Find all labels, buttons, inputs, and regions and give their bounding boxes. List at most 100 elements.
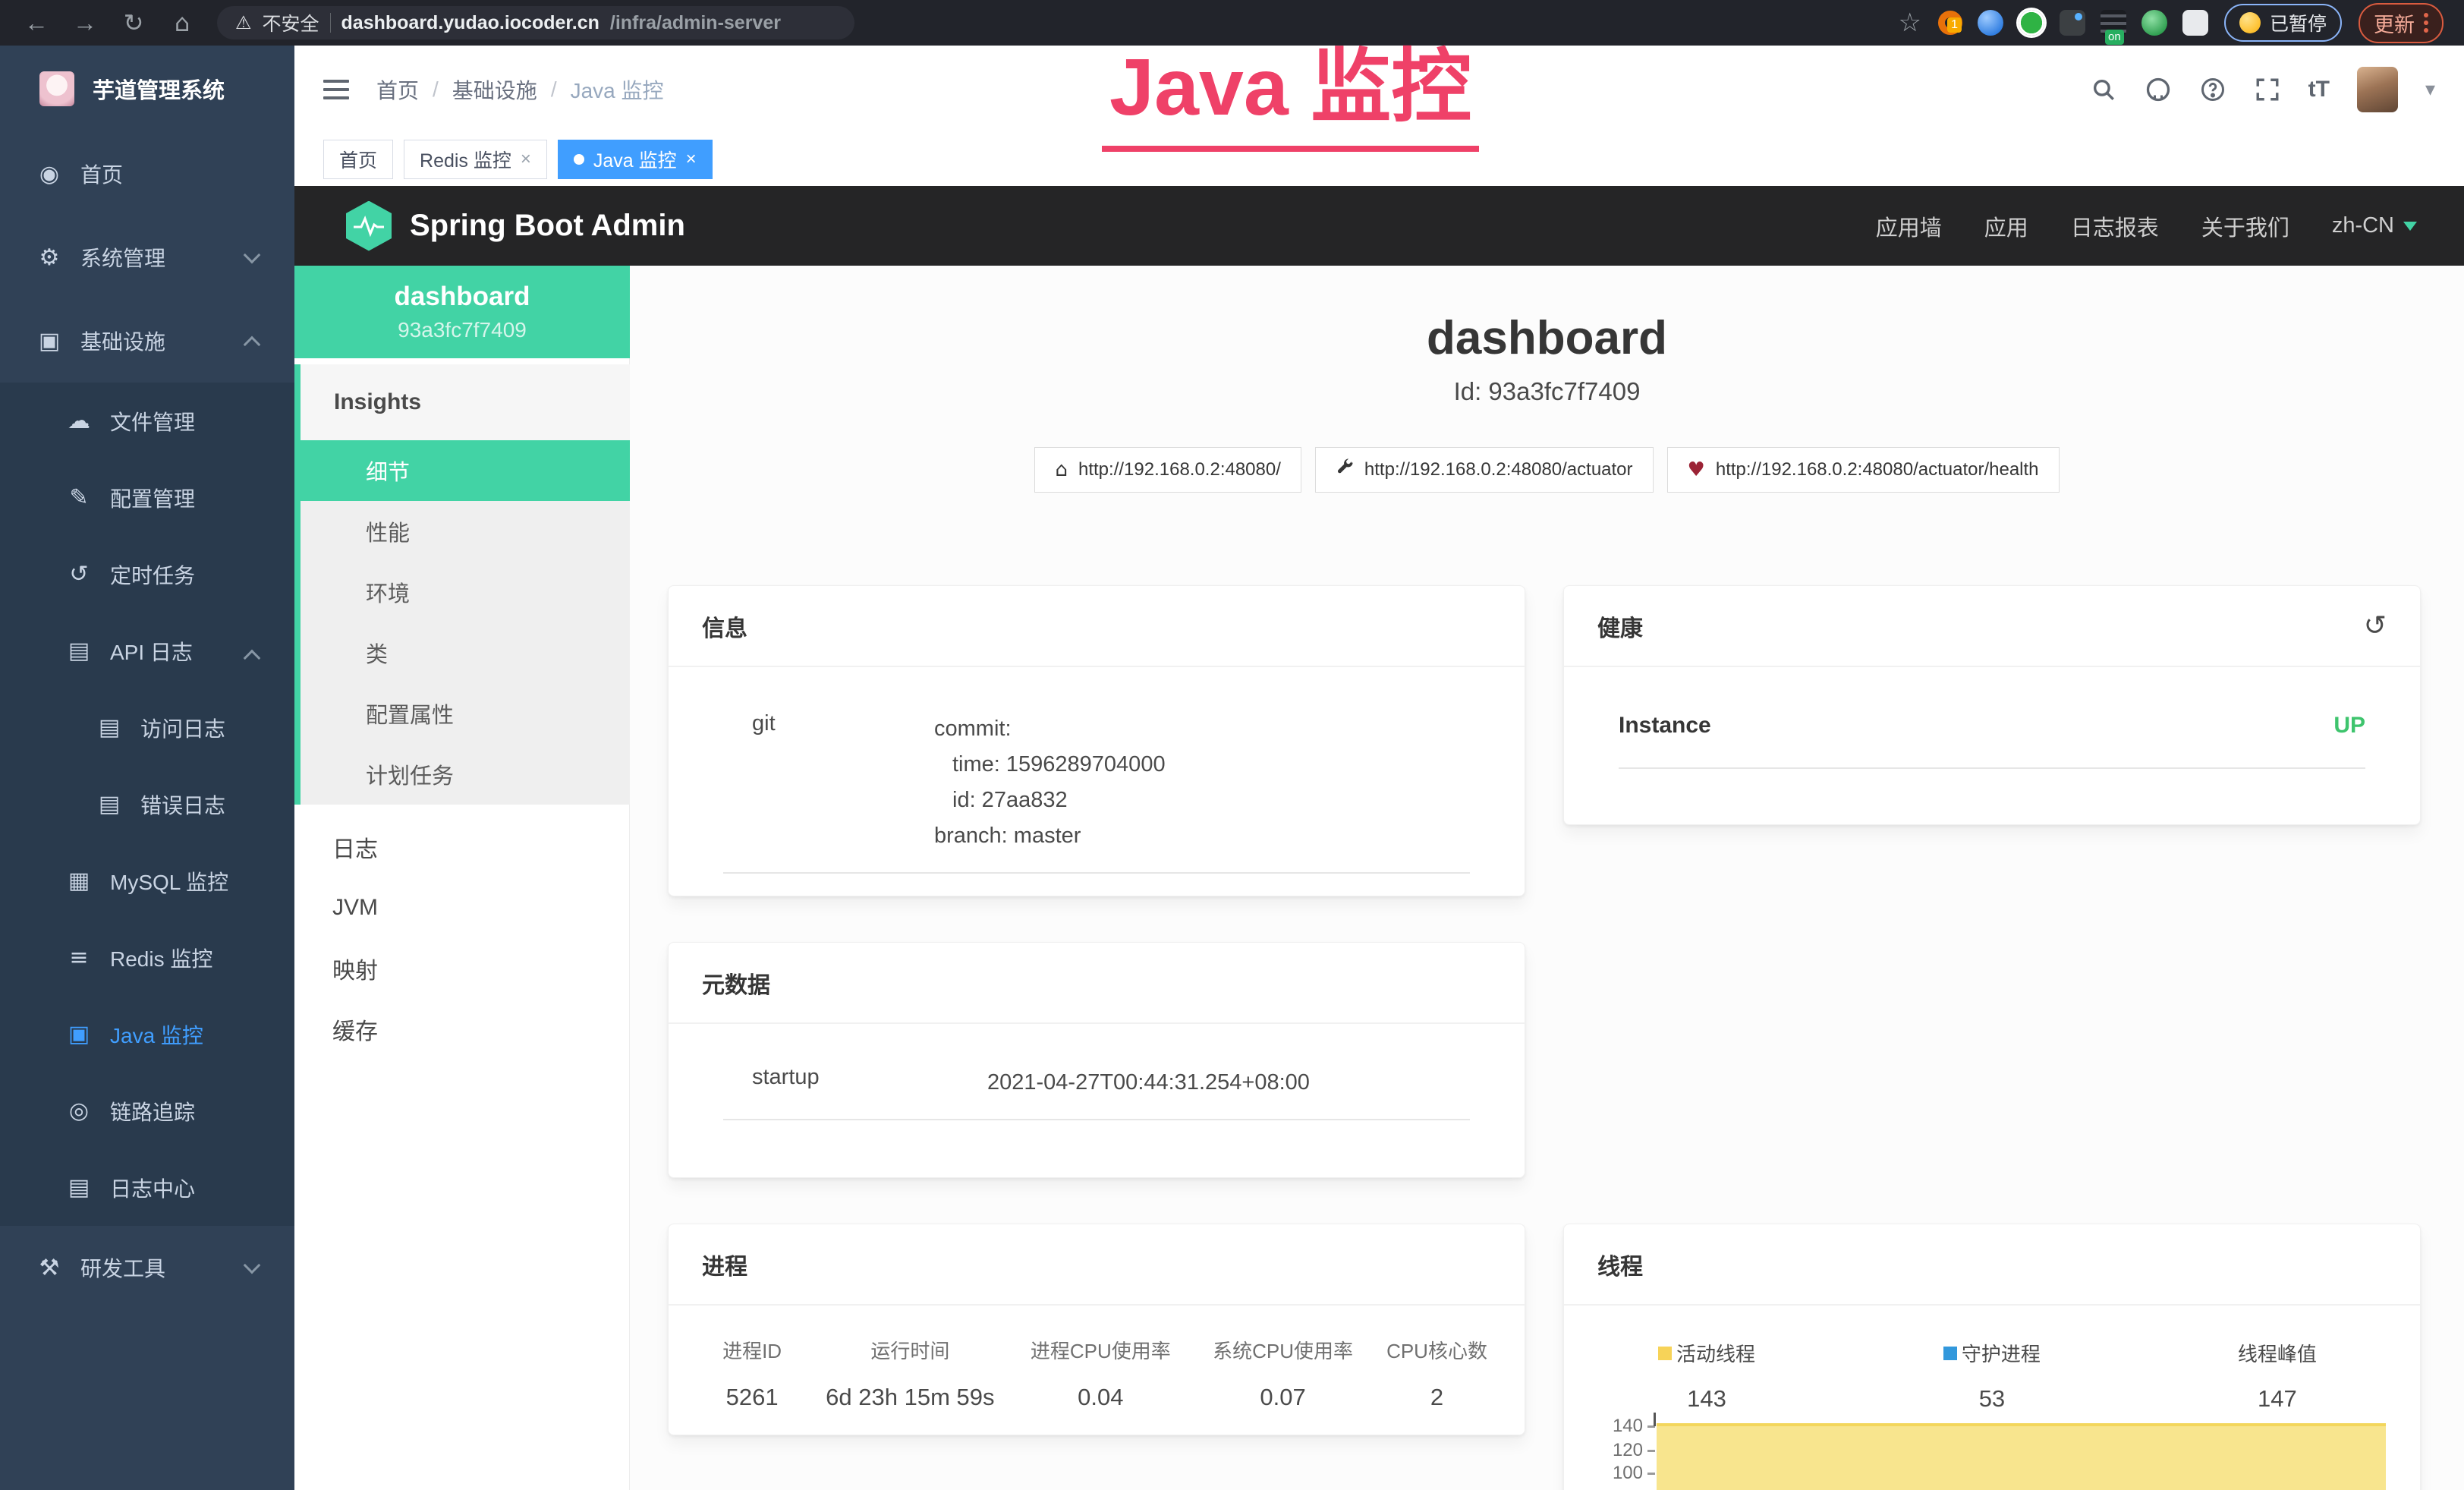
health-history-icon[interactable]: ↺ <box>2364 610 2387 641</box>
sidebar-item-api-logs[interactable]: ▤ API 日志 <box>0 613 294 689</box>
legend-label: 线程峰值 <box>2238 1339 2317 1367</box>
close-icon[interactable]: × <box>686 149 697 170</box>
browser-home-icon[interactable]: ⌂ <box>159 8 205 37</box>
insights-section-label: Insights <box>301 364 630 440</box>
cell-value: 0.04 <box>1008 1384 1194 1411</box>
legend-swatch-blue <box>1943 1347 1957 1360</box>
sba-tab-mappings[interactable]: 映射 <box>294 938 630 999</box>
fullscreen-icon[interactable] <box>2254 76 2281 103</box>
sidebar-item-tracing[interactable]: ◎ 链路追踪 <box>0 1073 294 1149</box>
font-size-icon[interactable]: tT <box>2308 77 2330 102</box>
sba-tab-scheduled-tasks[interactable]: 计划任务 <box>301 744 630 805</box>
sba-tab-classes[interactable]: 类 <box>301 622 630 683</box>
extension-icon-6[interactable] <box>2141 10 2167 36</box>
close-icon[interactable]: × <box>521 149 531 170</box>
browser-menu-icon[interactable] <box>2424 13 2428 33</box>
sidebar-item-log-center[interactable]: ▤ 日志中心 <box>0 1149 294 1226</box>
sidebar-item-dev-tools[interactable]: ⚒ 研发工具 <box>0 1226 294 1309</box>
sba-tab-caches[interactable]: 缓存 <box>294 999 630 1060</box>
sidebar-item-label: API 日志 <box>110 636 193 666</box>
paused-label: 已暂停 <box>2270 9 2327 36</box>
extension-icon-5[interactable]: on <box>2101 10 2126 36</box>
sba-nav-about[interactable]: 关于我们 <box>2201 210 2289 242</box>
sba-tab-logs[interactable]: 日志 <box>294 817 630 877</box>
hamburger-menu-icon[interactable] <box>323 80 349 99</box>
github-icon[interactable] <box>2145 76 2172 103</box>
app-logo-row[interactable]: 芋道管理系统 <box>0 46 294 132</box>
paused-badge[interactable]: 已暂停 <box>2224 4 2342 42</box>
monitor-icon: ▣ <box>35 328 64 354</box>
breadcrumb-home[interactable]: 首页 <box>376 74 419 105</box>
tab-home[interactable]: 首页 <box>323 140 393 179</box>
tab-label: Java 监控 <box>593 146 677 173</box>
sidebar-item-system-management[interactable]: ⚙ 系统管理 <box>0 216 294 299</box>
browser-reload-icon[interactable]: ↻ <box>111 8 156 37</box>
info-card-header: 信息 <box>669 586 1525 667</box>
sidebar-item-error-logs[interactable]: ▤ 错误日志 <box>0 766 294 843</box>
extension-icon-2[interactable] <box>1978 10 2003 36</box>
sba-locale-select[interactable]: zh-CN <box>2332 213 2417 238</box>
search-icon[interactable] <box>2090 76 2117 103</box>
sba-tab-jvm[interactable]: JVM <box>294 877 630 938</box>
health-url-button[interactable]: ♥ http://192.168.0.2:48080/actuator/heal… <box>1667 447 2060 493</box>
sidebar-item-label: 系统管理 <box>80 242 165 272</box>
update-button[interactable]: 更新 <box>2359 3 2444 43</box>
sba-tab-environment[interactable]: 环境 <box>301 562 630 622</box>
sba-tab-details[interactable]: 细节 <box>301 440 630 501</box>
log-icon: ▤ <box>95 714 124 741</box>
sidebar-item-redis-monitor[interactable]: ≡ Redis 监控 <box>0 919 294 996</box>
threads-area-chart: 140 120 100 <box>1564 1422 2420 1490</box>
sidebar-item-home[interactable]: ◉ 首页 <box>0 132 294 216</box>
app-logo <box>39 71 74 106</box>
sidebar-item-infrastructure[interactable]: ▣ 基础设施 <box>0 299 294 383</box>
sba-instance-sidebar: dashboard 93a3fc7f7409 Insights 细节 性能 环境… <box>294 266 630 1490</box>
extension-icon-1[interactable]: 1 <box>1938 11 1962 35</box>
user-avatar[interactable] <box>2357 67 2398 112</box>
extension-icon-4[interactable] <box>2060 10 2085 36</box>
process-card: 进程 进程ID 5261 运行时间 6d 23h 15m 59s <box>668 1224 1525 1435</box>
tab-redis-monitor[interactable]: Redis 监控 × <box>404 140 547 179</box>
sidebar-item-scheduled-tasks[interactable]: ↺ 定时任务 <box>0 536 294 613</box>
tab-java-monitor[interactable]: Java 监控 × <box>558 140 713 179</box>
security-label: 不安全 <box>263 9 319 36</box>
extension-badge: 1 <box>1947 17 1962 33</box>
sba-nav-applications[interactable]: 应用 <box>1984 210 2028 242</box>
active-dot-icon <box>574 154 584 165</box>
service-url-button[interactable]: ⌂ http://192.168.0.2:48080/ <box>1034 447 1301 493</box>
bookmark-star-icon[interactable]: ☆ <box>1899 8 1921 38</box>
address-bar[interactable]: ⚠ 不安全 dashboard.yudao.iocoder.cn/infra/a… <box>217 6 854 39</box>
sba-tab-metrics[interactable]: 性能 <box>301 501 630 562</box>
sidebar-item-access-logs[interactable]: ▤ 访问日志 <box>0 689 294 766</box>
process-card-body: 进程ID 5261 运行时间 6d 23h 15m 59s 进程CPU使用率 0… <box>669 1306 1525 1411</box>
extensions-puzzle-icon[interactable] <box>2182 10 2208 36</box>
home-icon: ⌂ <box>1055 458 1068 481</box>
dashboard-gauge-icon: ◉ <box>35 161 64 187</box>
avatar-caret-icon[interactable]: ▾ <box>2425 78 2435 101</box>
sba-nav-wallboard[interactable]: 应用墙 <box>1876 210 1942 242</box>
sidebar-item-java-monitor[interactable]: ▣ Java 监控 <box>0 996 294 1073</box>
extension-icon-3[interactable] <box>2019 10 2044 36</box>
card-title: 元数据 <box>702 966 770 1000</box>
help-icon[interactable] <box>2199 76 2226 103</box>
sba-instance-header[interactable]: dashboard 93a3fc7f7409 <box>294 266 630 358</box>
insights-group: Insights 细节 性能 环境 类 配置属性 计划任务 <box>294 364 630 805</box>
history-icon: ↺ <box>65 561 93 587</box>
browser-back-icon[interactable]: ← <box>14 9 59 37</box>
legend-daemon-threads: 守护进程 53 <box>1849 1339 2135 1413</box>
sba-navbar: Spring Boot Admin 应用墙 应用 日志报表 关于我们 zh-CN <box>294 186 2464 266</box>
info-key: git <box>723 711 934 854</box>
card-title: 健康 <box>1597 610 1643 643</box>
sba-nav-journal[interactable]: 日志报表 <box>2071 210 2159 242</box>
sidebar-item-mysql-monitor[interactable]: ▦ MySQL 监控 <box>0 843 294 919</box>
sba-tab-config-props[interactable]: 配置属性 <box>301 683 630 744</box>
actuator-url-button[interactable]: http://192.168.0.2:48080/actuator <box>1315 447 1654 493</box>
sidebar-item-file-management[interactable]: ☁ 文件管理 <box>0 383 294 459</box>
sidebar-item-config-management[interactable]: ✎ 配置管理 <box>0 459 294 536</box>
metadata-card-body: startup 2021-04-27T00:44:31.254+08:00 <box>669 1024 1525 1120</box>
legend-value: 147 <box>2135 1385 2420 1413</box>
info-card: 信息 git commit: time: 1596289704000 id: 2… <box>668 585 1525 896</box>
browser-forward-icon[interactable]: → <box>62 9 108 37</box>
breadcrumb-infrastructure[interactable]: 基础设施 <box>452 74 537 105</box>
sba-brand[interactable]: Spring Boot Admin <box>346 201 685 251</box>
threads-legend: 活动线程 143 守护进程 53 线程峰值 14 <box>1564 1339 2420 1413</box>
